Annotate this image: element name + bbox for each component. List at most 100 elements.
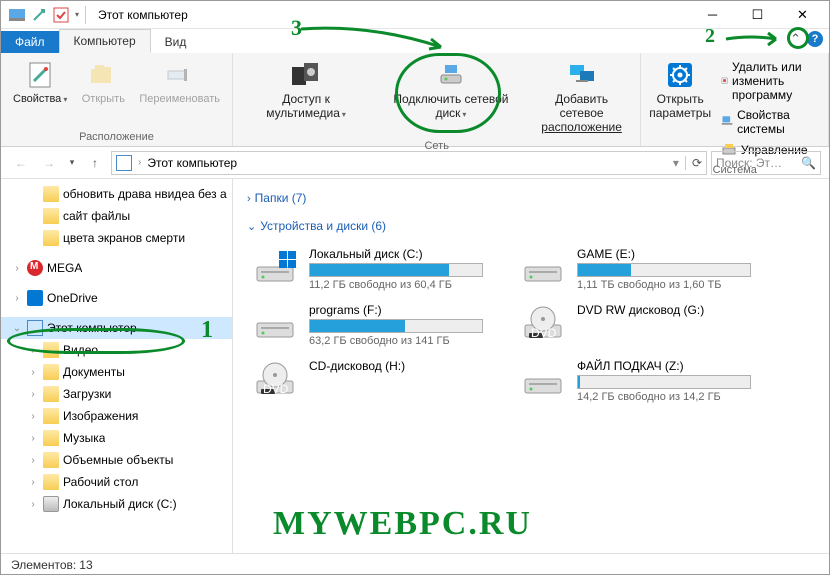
tree-item[interactable]: сайт файлы (1, 205, 232, 227)
ribbon-tab-strip: Файл Компьютер Вид ⌃ ? (1, 29, 829, 53)
svg-text:DVD: DVD (263, 382, 289, 396)
tree-item[interactable]: цвета экранов смерти (1, 227, 232, 249)
tree-expand-icon[interactable]: ⌄ (11, 323, 23, 334)
tree-item-label: Объемные объекты (63, 453, 173, 467)
tree-item[interactable]: ›Документы (1, 361, 232, 383)
device-item[interactable]: DVDDVD RW дисковод (G:) (515, 299, 755, 351)
tree-expand-icon[interactable]: › (27, 433, 39, 444)
system-properties-button[interactable]: Свойства системы (717, 106, 820, 138)
device-item[interactable]: Локальный диск (C:)11,2 ГБ свободно из 6… (247, 243, 487, 295)
tree-item-label: Музыка (63, 431, 105, 445)
tree-item[interactable]: › Изображения (1, 405, 232, 427)
device-free-space: 1,11 ТБ свободно из 1,60 ТБ (577, 279, 751, 291)
tree-expand-icon[interactable]: › (11, 293, 23, 304)
tab-file[interactable]: Файл (1, 31, 59, 53)
drive-icon (251, 247, 299, 287)
ribbon-group-system: Открыть параметры Удалить или изменить п… (641, 53, 829, 146)
breadcrumb-current[interactable]: Этот компьютер (147, 156, 237, 170)
tree-item[interactable]: ›Рабочий стол (1, 471, 232, 493)
tree-expand-icon[interactable]: › (27, 411, 39, 422)
qat-checkbox-icon[interactable] (53, 7, 69, 23)
tree-item[interactable]: › MEGA (1, 257, 232, 279)
close-button[interactable]: ✕ (780, 1, 825, 29)
search-icon[interactable]: 🔍 (801, 156, 816, 170)
folder-icon (43, 408, 59, 424)
folder-icon (43, 474, 59, 490)
ribbon-expand-icon[interactable]: ⌃ (790, 31, 801, 47)
maximize-button[interactable]: ☐ (735, 1, 780, 29)
annotation-watermark: MYWEBPC.RU (273, 505, 532, 543)
tree-item[interactable]: ›Локальный диск (C:) (1, 493, 232, 515)
tree-item[interactable]: ›OneDrive (1, 287, 232, 309)
tree-expand-icon[interactable]: › (27, 389, 39, 400)
section-folders[interactable]: Папки (7) (247, 187, 815, 209)
title-bar: ▾ Этот компьютер ─ ☐ ✕ (1, 1, 829, 29)
tree-item[interactable]: ›Загрузки (1, 383, 232, 405)
status-label: Элементов: (11, 558, 76, 572)
ribbon-group-location: Свойства Открыть Переименовать Расположе… (1, 53, 233, 146)
nav-recent-dropdown[interactable]: ▾ (65, 151, 79, 175)
device-item[interactable]: ФАЙЛ ПОДКАЧ (Z:)14,2 ГБ свободно из 14,2… (515, 355, 755, 407)
map-network-drive-button[interactable]: Подключить сетевой диск (375, 56, 527, 138)
navigation-tree[interactable]: обновить драва нвидеа без а сайт файлы цве… (1, 179, 233, 553)
folder-icon (43, 186, 59, 202)
qat-dropdown-icon[interactable]: ▾ (75, 10, 79, 19)
tree-expand-icon[interactable]: › (27, 345, 39, 356)
devices-grid: Локальный диск (C:)11,2 ГБ свободно из 6… (247, 243, 815, 407)
tree-item-label: MEGA (47, 261, 82, 275)
capacity-bar (309, 263, 483, 277)
ribbon-group-network: Доступ к мультимедиа Подключить сетевой … (233, 53, 641, 146)
nav-forward-button[interactable]: → (37, 151, 61, 175)
tree-item[interactable]: › Видео (1, 339, 232, 361)
refresh-icon[interactable]: ⟳ (685, 156, 702, 170)
device-name: programs (F:) (309, 303, 483, 317)
address-bar[interactable]: › Этот компьютер ▾ ⟳ (111, 151, 707, 175)
address-dropdown-icon[interactable]: ▾ (673, 156, 679, 170)
tree-item-label: цвета экранов смерти (63, 231, 185, 245)
tree-expand-icon[interactable]: › (27, 477, 39, 488)
open-settings-button[interactable]: Открыть параметры (647, 56, 712, 124)
help-icon[interactable]: ? (807, 31, 823, 47)
device-free-space: 63,2 ГБ свободно из 141 ГБ (309, 335, 483, 347)
search-box[interactable]: Поиск: Эт… 🔍 (711, 151, 821, 175)
section-devices[interactable]: Устройства и диски (6) (247, 215, 815, 237)
minimize-button[interactable]: ─ (690, 1, 735, 29)
drive-icon (519, 247, 567, 287)
tree-expand-icon[interactable]: › (27, 367, 39, 378)
app-icon (9, 7, 25, 23)
tree-item-label: Изображения (63, 409, 138, 423)
navigation-bar: ← → ▾ ↑ › Этот компьютер ▾ ⟳ Поиск: Эт… … (1, 147, 829, 179)
uninstall-program-button[interactable]: Удалить или изменить программу (717, 58, 820, 104)
tree-expand-icon[interactable]: › (27, 455, 39, 466)
tree-item[interactable]: ⌄ Этот компьютер (1, 317, 232, 339)
tree-item[interactable]: обновить драва нвидеа без а (1, 183, 232, 205)
nav-up-button[interactable]: ↑ (83, 151, 107, 175)
tree-item-label: Этот компьютер (47, 321, 137, 335)
tree-item-label: сайт файлы (63, 209, 130, 223)
breadcrumb-chevron-icon[interactable]: › (138, 157, 141, 168)
qat-properties-icon[interactable] (31, 7, 47, 23)
device-item[interactable]: GAME (E:)1,11 ТБ свободно из 1,60 ТБ (515, 243, 755, 295)
status-bar: Элементов: 13 (1, 553, 829, 575)
drive-icon: DVD (251, 359, 299, 399)
properties-button[interactable]: Свойства (7, 56, 73, 129)
device-free-space: 11,2 ГБ свободно из 60,4 ГБ (309, 279, 483, 291)
tree-item[interactable]: › Музыка (1, 427, 232, 449)
onedrive-icon (27, 290, 43, 306)
capacity-bar (577, 375, 751, 389)
add-network-location-button[interactable]: Добавить сетевоерасположение (529, 56, 635, 138)
nav-back-button[interactable]: ← (9, 151, 33, 175)
device-item[interactable]: programs (F:) 63,2 ГБ свободно из 141 ГБ (247, 299, 487, 351)
folder-icon (43, 430, 59, 446)
tree-item-label: Видео (63, 343, 98, 357)
content-pane[interactable]: Папки (7) Устройства и диски (6) Локальн… (233, 179, 829, 553)
device-item[interactable]: DVDCD-дисковод (H:) (247, 355, 487, 407)
tab-computer[interactable]: Компьютер (59, 29, 151, 53)
folder-icon (43, 386, 59, 402)
tree-item[interactable]: › Объемные объекты (1, 449, 232, 471)
tree-expand-icon[interactable]: › (11, 263, 23, 274)
window-title: Этот компьютер (98, 8, 188, 22)
tab-view[interactable]: Вид (151, 31, 201, 53)
media-access-button[interactable]: Доступ к мультимедиа (239, 56, 373, 138)
tree-expand-icon[interactable]: › (27, 499, 39, 510)
